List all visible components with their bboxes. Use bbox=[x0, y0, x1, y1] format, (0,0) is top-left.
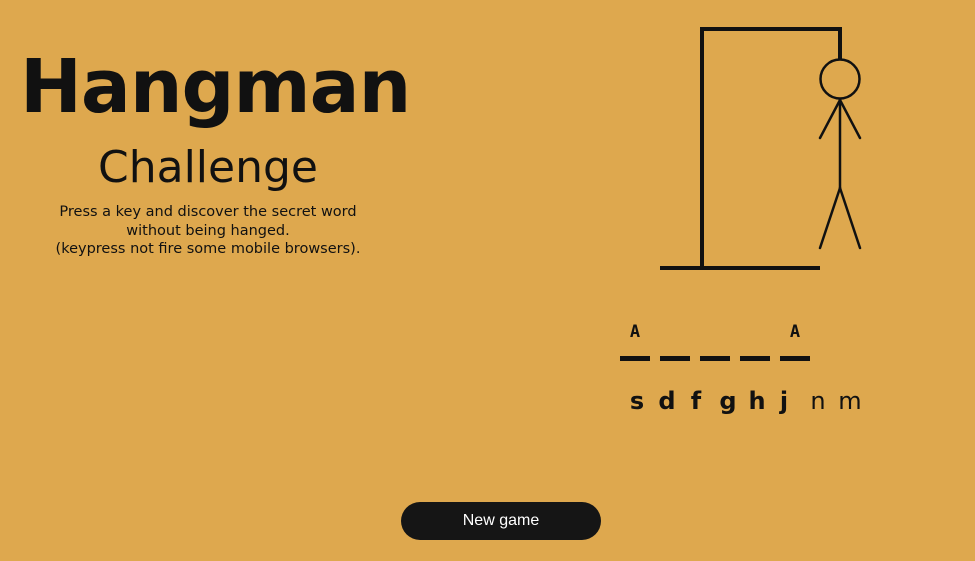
guessed-letter: m bbox=[838, 387, 862, 415]
new-game-button[interactable]: New game bbox=[401, 502, 601, 540]
secret-word: A A bbox=[620, 318, 820, 364]
word-slot: A bbox=[780, 318, 810, 364]
guessed-letter: n bbox=[810, 387, 826, 415]
word-slot: A bbox=[620, 318, 650, 364]
word-slot bbox=[700, 318, 730, 364]
word-slot bbox=[660, 318, 690, 364]
hangman-left-leg bbox=[818, 186, 842, 250]
guessed-letter: f bbox=[690, 387, 702, 415]
guessed-letter: h bbox=[748, 387, 766, 415]
hangman-right-arm bbox=[838, 98, 862, 140]
game-subtitle: Challenge bbox=[98, 142, 318, 193]
word-slot-dash bbox=[740, 356, 770, 361]
guessed-letter: s bbox=[629, 387, 645, 415]
hangman-head bbox=[819, 58, 861, 100]
guessed-letter: g bbox=[719, 387, 737, 415]
instructions-line-1: Press a key and discover the secret word bbox=[59, 204, 357, 220]
guessed-letters: s d f g h j n m bbox=[624, 386, 884, 418]
instructions-line-3: (keypress not fire some mobile browsers)… bbox=[55, 241, 361, 257]
word-slot-dash bbox=[700, 356, 730, 361]
hangman-left-arm bbox=[818, 98, 842, 140]
instructions: Press a key and discover the secret word… bbox=[28, 203, 388, 259]
word-slot bbox=[740, 318, 770, 364]
word-slot-dash bbox=[780, 356, 810, 361]
word-slot-dash bbox=[620, 356, 650, 361]
game-title: Hangman bbox=[20, 44, 411, 130]
hangman-right-leg bbox=[838, 186, 862, 250]
guessed-letter: j bbox=[779, 387, 789, 415]
hangman-drawing bbox=[660, 27, 862, 270]
guessed-letter: d bbox=[658, 387, 676, 415]
word-slot-letter: A bbox=[789, 322, 801, 342]
word-slot-dash bbox=[660, 356, 690, 361]
word-slot-letter: A bbox=[629, 322, 641, 342]
hangman-page: Hangman Challenge Press a key and discov… bbox=[0, 0, 975, 561]
instructions-line-2: without being hanged. bbox=[126, 222, 290, 239]
